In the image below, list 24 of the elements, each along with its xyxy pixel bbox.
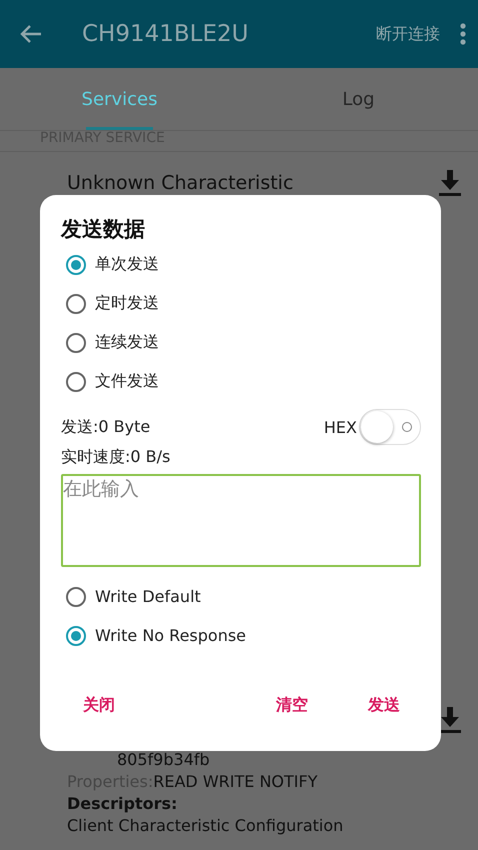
dialog-button[interactable]: 关闭	[83, 691, 115, 720]
dialog-button[interactable]: 清空	[276, 691, 308, 720]
radio-option[interactable]: 单次发送	[61, 245, 421, 284]
dialog-title: 发送数据	[61, 216, 146, 243]
hex-label: HEX	[324, 418, 357, 436]
back-arrow-icon[interactable]	[20, 25, 42, 43]
radio-option[interactable]: 连续发送	[61, 323, 421, 362]
download-icon[interactable]	[438, 707, 462, 733]
input-field[interactable]: 在此输入	[61, 474, 421, 567]
speed-text: 实时速度:0 B/s	[61, 447, 172, 468]
descriptors-label: Descriptors:	[66, 793, 178, 815]
radio-option[interactable]: Write Default	[61, 577, 421, 616]
more-menu-icon[interactable]	[460, 23, 466, 45]
radio-option[interactable]: Write No Response	[61, 616, 421, 655]
uuid-text: 805f9b34fb	[116, 749, 211, 771]
radio-option[interactable]: 定时发送	[61, 284, 421, 323]
descriptor-name: Client Characteristic Configuration	[66, 815, 344, 837]
device-title: CH9141BLE2U	[82, 21, 250, 47]
dialog-button[interactable]: 发送	[368, 691, 400, 720]
radio-option[interactable]: 文件发送	[61, 362, 421, 401]
hex-switch[interactable]	[359, 409, 421, 445]
disconnect-button[interactable]: 断开连接	[376, 24, 440, 44]
characteristic-name: Unknown Characteristic	[67, 172, 294, 194]
sent-count: 发送:0 Byte	[61, 416, 150, 438]
